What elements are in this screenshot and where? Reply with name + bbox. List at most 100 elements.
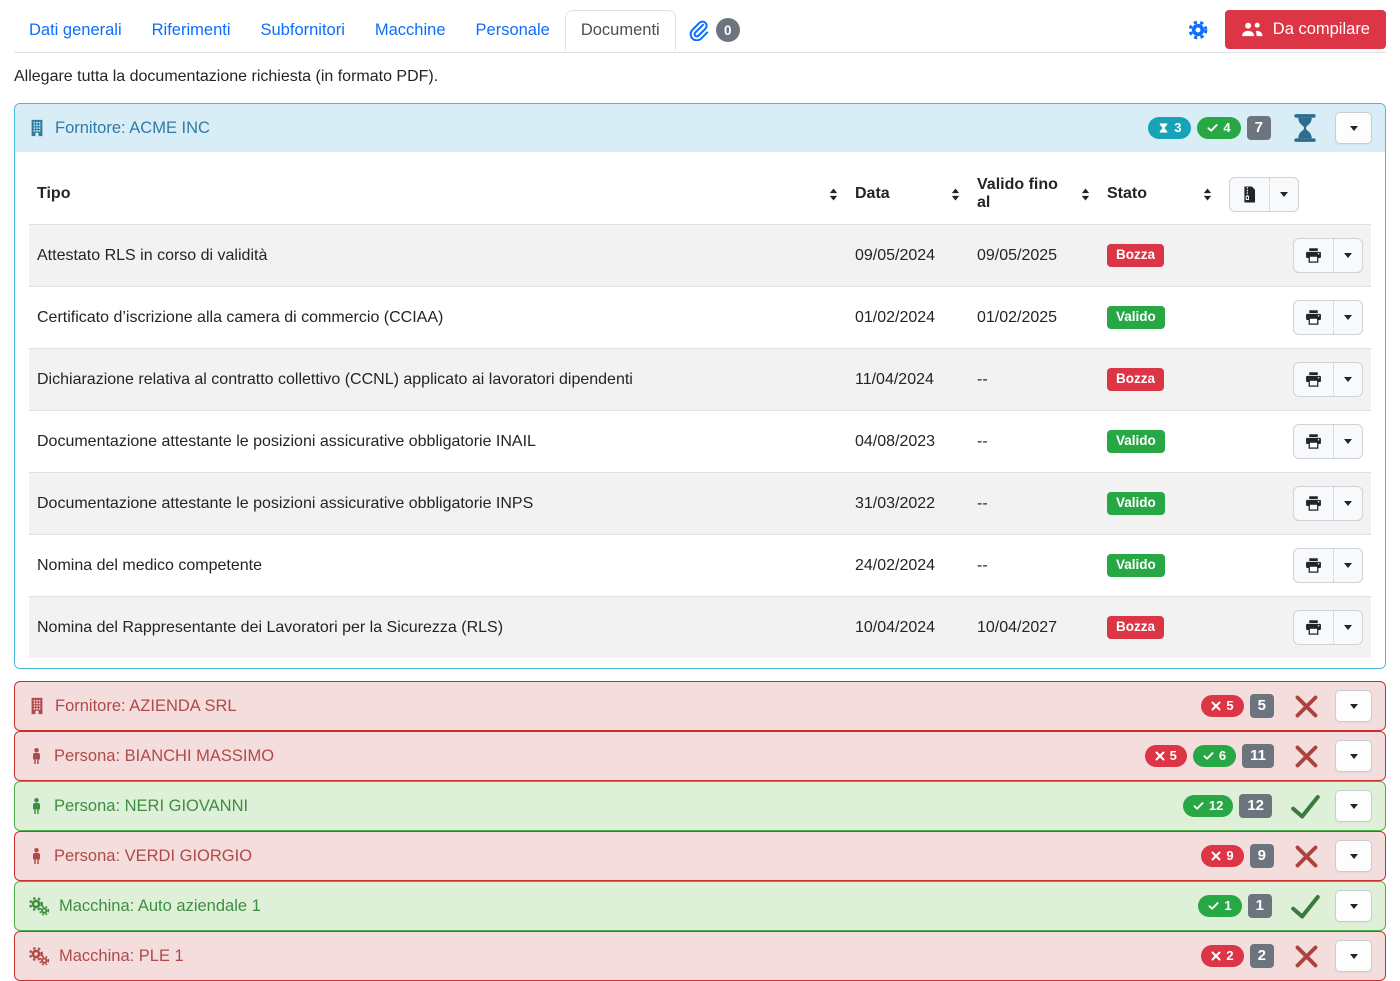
x-status-icon — [1293, 693, 1320, 720]
doc-valido: -- — [969, 535, 1099, 597]
print-split-button — [1293, 424, 1363, 459]
panel-fornitore-acme: Fornitore: ACME INC 3 4 7 — [14, 103, 1386, 669]
status-badge: Valido — [1107, 306, 1165, 329]
tab-attachments[interactable]: 0 — [676, 8, 752, 52]
panel-fornitore-azienda-srl[interactable]: Fornitore: AZIENDA SRL 5 5 — [14, 681, 1386, 731]
da-compilare-button[interactable]: Da compilare — [1225, 10, 1386, 49]
document-row: Nomina del Rappresentante dei Lavoratori… — [29, 597, 1371, 659]
print-button[interactable] — [1294, 425, 1333, 458]
panel-menu-button[interactable] — [1335, 840, 1372, 872]
valid-count-pill: 4 — [1197, 117, 1240, 139]
x-icon — [1211, 951, 1221, 961]
status-badge: Bozza — [1107, 368, 1164, 391]
tab-riferimenti[interactable]: Riferimenti — [137, 11, 246, 50]
panel-menu-button[interactable] — [1335, 112, 1372, 144]
chevron-down-icon — [1350, 954, 1358, 959]
row-menu-toggle[interactable] — [1333, 239, 1362, 272]
printer-icon — [1305, 495, 1322, 512]
row-menu-toggle[interactable] — [1333, 487, 1362, 520]
tab-personale[interactable]: Personale — [461, 11, 565, 50]
tab-macchine[interactable]: Macchine — [360, 11, 461, 50]
panel-menu-button[interactable] — [1335, 690, 1372, 722]
person-icon — [28, 797, 45, 815]
sort-icon[interactable] — [828, 188, 839, 201]
export-zip-button[interactable] — [1230, 178, 1269, 211]
document-row: Documentazione attestante le posizioni a… — [29, 473, 1371, 535]
panel-persona-bianchi-massimo[interactable]: Persona: BIANCHI MASSIMO 5 6 11 — [14, 731, 1386, 781]
check-icon — [1208, 901, 1219, 911]
check-icon — [1207, 123, 1218, 133]
panel-menu-button[interactable] — [1335, 790, 1372, 822]
total-count-badge: 5 — [1250, 694, 1274, 719]
tab-dati-generali[interactable]: Dati generali — [14, 11, 137, 50]
print-button[interactable] — [1294, 301, 1333, 334]
tab-subfornitori[interactable]: Subfornitori — [246, 11, 360, 50]
da-compilare-label: Da compilare — [1273, 20, 1370, 39]
status-badge: Valido — [1107, 430, 1165, 453]
settings-button[interactable] — [1181, 13, 1215, 47]
doc-tipo: Attestato RLS in corso di validità — [29, 225, 847, 287]
export-zip-split-button — [1229, 177, 1299, 212]
column-header-data[interactable]: Data — [847, 164, 969, 225]
row-menu-toggle[interactable] — [1333, 363, 1362, 396]
status-badge: Bozza — [1107, 616, 1164, 639]
panel-title: Macchina: Auto aziendale 1 — [59, 897, 261, 916]
doc-tipo: Certificato d’iscrizione alla camera di … — [29, 287, 847, 349]
doc-tipo: Documentazione attestante le posizioni a… — [29, 411, 847, 473]
doc-valido: -- — [969, 473, 1099, 535]
export-menu-toggle[interactable] — [1269, 178, 1298, 211]
doc-valido: -- — [969, 349, 1099, 411]
panel-macchina-ple-1[interactable]: Macchina: PLE 1 2 2 — [14, 931, 1386, 981]
tab-documenti[interactable]: Documenti — [565, 10, 676, 51]
row-menu-toggle[interactable] — [1333, 425, 1362, 458]
document-row: Documentazione attestante le posizioni a… — [29, 411, 1371, 473]
gears-icon — [28, 946, 50, 966]
column-header-valido[interactable]: Valido fino al — [969, 164, 1099, 225]
valid-count-pill: 6 — [1193, 745, 1236, 767]
column-header-stato[interactable]: Stato — [1099, 164, 1221, 225]
valid-count-pill: 1 — [1198, 895, 1241, 917]
panel-header-acme[interactable]: Fornitore: ACME INC 3 4 7 — [15, 104, 1385, 152]
panel-persona-verdi-giorgio[interactable]: Persona: VERDI GIORGIO 9 9 — [14, 831, 1386, 881]
check-icon — [1193, 801, 1204, 811]
panel-macchina-auto-aziendale-1[interactable]: Macchina: Auto aziendale 1 1 1 — [14, 881, 1386, 931]
check-icon — [1203, 751, 1214, 761]
doc-data: 11/04/2024 — [847, 349, 969, 411]
doc-data: 24/02/2024 — [847, 535, 969, 597]
sort-icon[interactable] — [1202, 188, 1213, 201]
sort-icon[interactable] — [1080, 188, 1091, 201]
document-row: Attestato RLS in corso di validità 09/05… — [29, 225, 1371, 287]
panel-persona-neri-giovanni[interactable]: Persona: NERI GIOVANNI 12 12 — [14, 781, 1386, 831]
building-icon — [28, 697, 46, 715]
print-button[interactable] — [1294, 611, 1333, 644]
row-menu-toggle[interactable] — [1333, 549, 1362, 582]
x-status-icon — [1293, 943, 1320, 970]
panel-title: Fornitore: AZIENDA SRL — [55, 697, 237, 716]
total-count-badge: 7 — [1247, 116, 1271, 141]
sort-icon[interactable] — [950, 188, 961, 201]
printer-icon — [1305, 371, 1322, 388]
row-menu-toggle[interactable] — [1333, 301, 1362, 334]
documents-table: Tipo Data Valido fino — [29, 164, 1371, 658]
panel-menu-button[interactable] — [1335, 890, 1372, 922]
doc-tipo: Documentazione attestante le posizioni a… — [29, 473, 847, 535]
panel-menu-button[interactable] — [1335, 740, 1372, 772]
doc-tipo: Nomina del medico competente — [29, 535, 847, 597]
print-button[interactable] — [1294, 363, 1333, 396]
doc-valido: 01/02/2025 — [969, 287, 1099, 349]
file-zip-icon — [1241, 186, 1258, 203]
print-button[interactable] — [1294, 549, 1333, 582]
chevron-down-icon — [1344, 377, 1352, 382]
documents-table-container: Tipo Data Valido fino — [15, 152, 1385, 668]
total-count-badge: 9 — [1250, 844, 1274, 869]
panel-menu-button[interactable] — [1335, 940, 1372, 972]
valid-count-pill: 12 — [1183, 795, 1233, 817]
column-header-tipo[interactable]: Tipo — [29, 164, 847, 225]
row-menu-toggle[interactable] — [1333, 611, 1362, 644]
chevron-down-icon — [1344, 439, 1352, 444]
panel-title: Persona: BIANCHI MASSIMO — [54, 747, 274, 766]
print-button[interactable] — [1294, 239, 1333, 272]
chevron-down-icon — [1280, 192, 1288, 197]
print-button[interactable] — [1294, 487, 1333, 520]
hourglass-icon — [1158, 122, 1169, 134]
